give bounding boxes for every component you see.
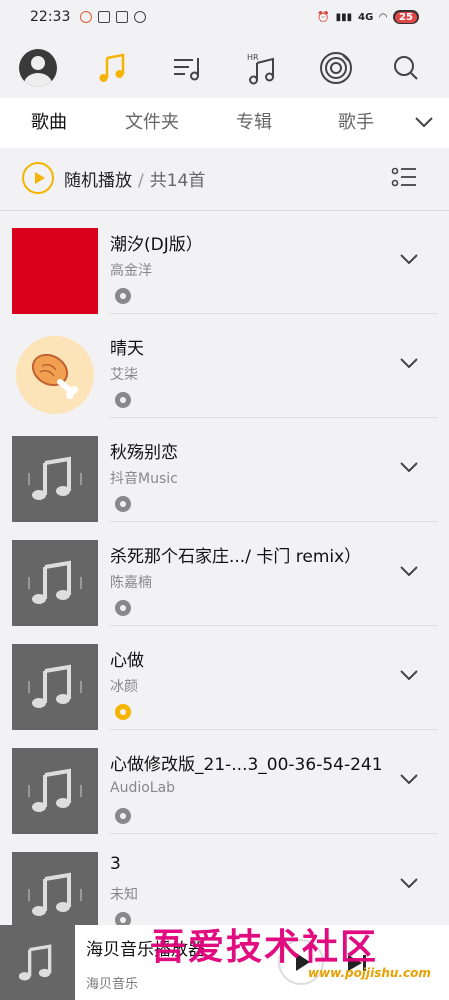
chevron-down-icon[interactable] bbox=[399, 668, 419, 682]
search-button[interactable] bbox=[386, 48, 426, 88]
alarm-icon: ⏰ bbox=[317, 11, 330, 23]
song-artist: 高金洋 bbox=[110, 263, 152, 279]
hr-music-nav-button[interactable]: HR bbox=[242, 48, 282, 88]
player-title: 海贝音乐播放器 bbox=[86, 940, 205, 960]
music-note-placeholder-icon bbox=[28, 872, 82, 916]
music-note-placeholder-icon bbox=[18, 943, 51, 980]
category-tabs: 歌曲 文件夹 专辑 歌手 bbox=[0, 98, 449, 148]
chevron-down-icon[interactable] bbox=[399, 356, 419, 370]
search-icon bbox=[394, 56, 418, 80]
disc-icon bbox=[115, 496, 131, 512]
separator: / bbox=[138, 171, 144, 191]
song-artist: AudioLab bbox=[110, 780, 176, 796]
song-artist: 未知 bbox=[110, 887, 138, 903]
notification-icon bbox=[80, 11, 93, 23]
play-icon bbox=[34, 172, 45, 184]
wifi-icon: ◠ bbox=[379, 11, 387, 23]
chevron-down-icon[interactable] bbox=[399, 460, 419, 474]
song-count: 共14首 bbox=[149, 171, 206, 191]
tab-songs[interactable]: 歌曲 bbox=[31, 98, 67, 148]
disc-icon bbox=[115, 808, 131, 824]
svg-text:HR: HR bbox=[247, 53, 259, 62]
radio-nav-button[interactable] bbox=[316, 48, 356, 88]
shuffle-label: 随机播放 bbox=[64, 171, 132, 191]
album-cover bbox=[12, 436, 98, 522]
song-artist: 抖音Music bbox=[110, 471, 178, 487]
song-row[interactable]: 晴天 艾柒 bbox=[0, 312, 449, 418]
album-cover bbox=[12, 540, 98, 626]
song-title: 杀死那个石家庄.../ 卡门 remix） bbox=[110, 547, 362, 567]
player-subtitle: 海贝音乐 bbox=[86, 977, 139, 992]
song-row[interactable]: 秋殇别恋 抖音Music bbox=[0, 416, 449, 522]
box-icon bbox=[116, 11, 129, 23]
song-row[interactable]: 3 未知 bbox=[0, 832, 449, 938]
album-cover bbox=[12, 748, 98, 834]
shuffle-title[interactable]: 随机播放 / 共14首 bbox=[64, 166, 205, 191]
songs-nav-button[interactable] bbox=[92, 48, 132, 88]
album-cover bbox=[12, 228, 98, 314]
shuffle-play-button[interactable] bbox=[22, 162, 54, 194]
song-title: 晴天 bbox=[110, 339, 144, 359]
song-title: 3 bbox=[110, 854, 121, 874]
profile-button[interactable] bbox=[18, 48, 58, 88]
mini-player[interactable]: 海贝音乐播放器 海贝音乐 bbox=[0, 925, 449, 1000]
song-row[interactable]: 心做 冰颜 bbox=[0, 624, 449, 730]
song-row[interactable]: 心做修改版_21-...3_00-36-54-241 AudioLab bbox=[0, 728, 449, 834]
list-menu-icon[interactable] bbox=[391, 166, 417, 190]
disc-icon bbox=[115, 600, 131, 616]
playlist-icon bbox=[174, 58, 199, 81]
image-icon bbox=[98, 11, 111, 23]
play-button[interactable] bbox=[278, 939, 324, 985]
music-note-icon bbox=[99, 53, 125, 82]
disc-icon bbox=[115, 704, 131, 720]
radio-disc-icon bbox=[320, 52, 352, 84]
album-cover bbox=[12, 644, 98, 730]
song-artist: 冰颜 bbox=[110, 679, 138, 695]
music-note-placeholder-icon bbox=[28, 664, 82, 708]
chevron-down-icon[interactable] bbox=[399, 772, 419, 786]
music-note-placeholder-icon bbox=[28, 768, 82, 812]
song-artist: 艾柒 bbox=[110, 367, 138, 383]
tab-artists[interactable]: 歌手 bbox=[338, 98, 374, 148]
avatar bbox=[19, 49, 57, 87]
next-track-icon[interactable] bbox=[345, 953, 369, 973]
drumstick-icon bbox=[16, 336, 94, 414]
network-label: 4G bbox=[358, 11, 374, 23]
song-title: 秋殇别恋 bbox=[110, 443, 178, 463]
song-row[interactable]: 潮汐(DJ版） 高金洋 bbox=[0, 208, 449, 314]
hr-music-icon: HR bbox=[247, 53, 274, 85]
status-time: 22:33 bbox=[30, 9, 71, 25]
qq-icon bbox=[134, 11, 147, 23]
signal-icon: ▮▮▮ bbox=[335, 11, 353, 23]
play-icon bbox=[296, 953, 310, 971]
disc-icon bbox=[115, 288, 131, 304]
chevron-down-icon[interactable] bbox=[399, 252, 419, 266]
notification-icons bbox=[80, 11, 147, 23]
tab-folders[interactable]: 文件夹 bbox=[125, 98, 179, 148]
disc-icon bbox=[115, 392, 131, 408]
tab-albums[interactable]: 专辑 bbox=[236, 98, 272, 148]
song-artist: 陈嘉楠 bbox=[110, 575, 152, 591]
song-title: 潮汐(DJ版） bbox=[110, 235, 203, 255]
battery-icon: 25 bbox=[393, 10, 419, 24]
chevron-down-icon[interactable] bbox=[399, 876, 419, 890]
player-cover bbox=[0, 925, 75, 1000]
top-navigation: HR bbox=[0, 38, 449, 98]
chevron-down-icon[interactable] bbox=[413, 114, 435, 130]
song-title: 心做 bbox=[110, 651, 144, 671]
status-bar: 22:33 ⏰ ▮▮▮ 4G ◠ 25 bbox=[0, 0, 449, 34]
battery-level: 25 bbox=[395, 11, 417, 23]
chevron-down-icon[interactable] bbox=[399, 564, 419, 578]
shuffle-header: 随机播放 / 共14首 bbox=[0, 148, 449, 211]
system-icons: ⏰ ▮▮▮ 4G ◠ 25 bbox=[317, 10, 419, 24]
song-title: 心做修改版_21-...3_00-36-54-241 bbox=[110, 755, 383, 775]
album-cover bbox=[12, 332, 98, 418]
music-note-placeholder-icon bbox=[28, 560, 82, 604]
music-note-placeholder-icon bbox=[28, 456, 82, 500]
song-row[interactable]: 杀死那个石家庄.../ 卡门 remix） 陈嘉楠 bbox=[0, 520, 449, 626]
playlist-nav-button[interactable] bbox=[168, 48, 208, 88]
